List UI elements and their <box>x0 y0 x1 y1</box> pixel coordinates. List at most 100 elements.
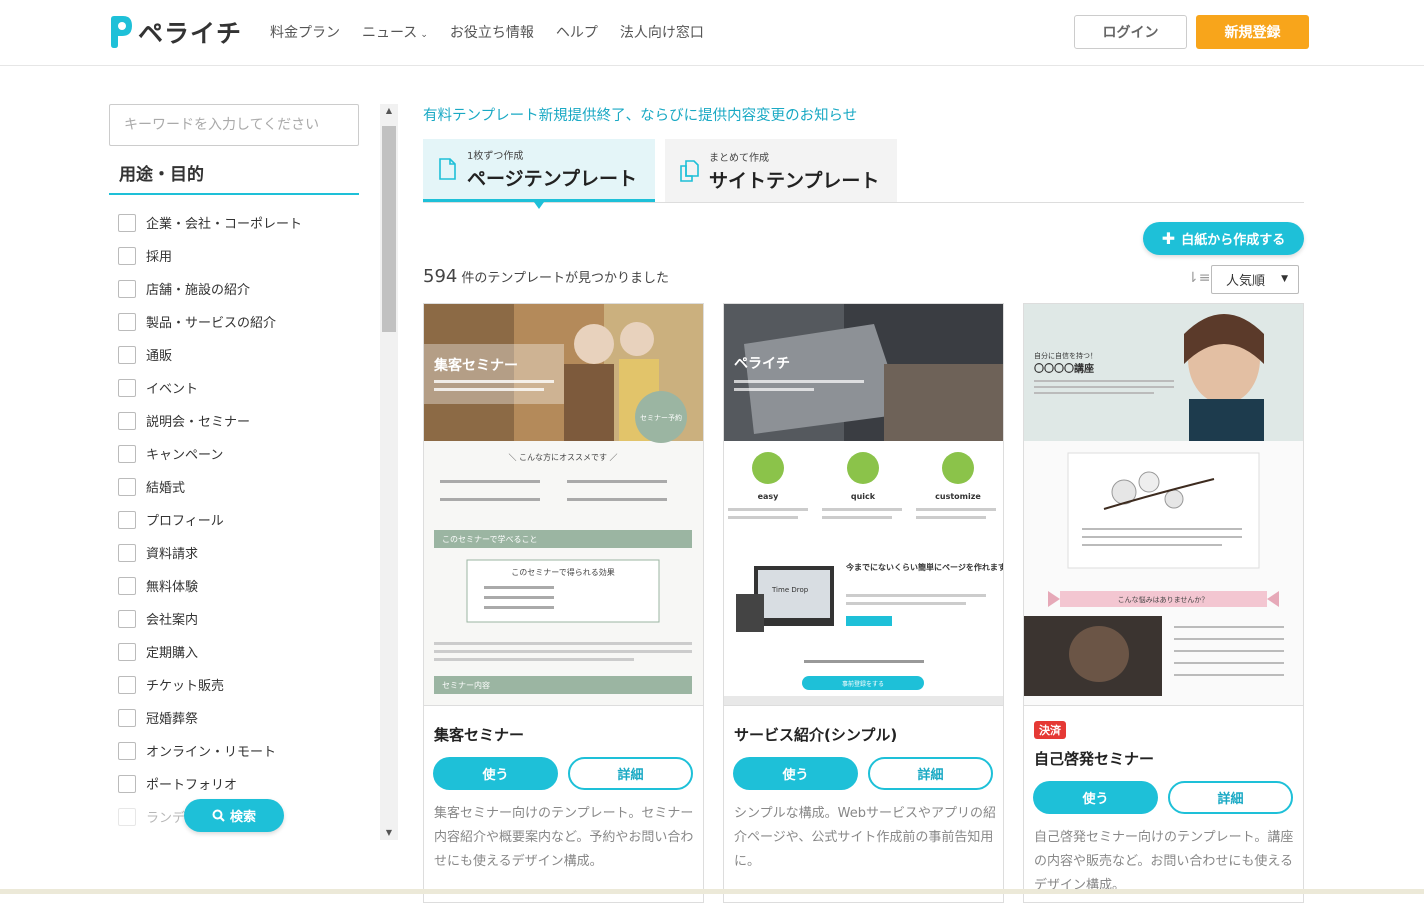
logo[interactable]: ペライチ <box>108 14 242 50</box>
category-checkbox[interactable] <box>118 378 136 397</box>
logo-text: ペライチ <box>138 19 243 48</box>
category-item[interactable]: 採用 <box>118 239 368 272</box>
svg-text:＼ こんな方にオススメです ／: ＼ こんな方にオススメです ／ <box>508 452 617 462</box>
sort-select[interactable]: 人気順 ▼ <box>1211 265 1299 294</box>
notice-link[interactable]: 有料テンプレート新規提供終了、ならびに提供内容変更のお知らせ <box>423 104 857 125</box>
signup-button[interactable]: 新規登録 <box>1196 15 1309 49</box>
site-header: ペライチ 料金プラン ニュース ⌄ お役立ち情報 ヘルプ 法人向け窓口 ログイン … <box>0 0 1424 66</box>
card-description: シンプルな構成。Webサービスやアプリの紹介ページや、公式サイト作成前の事前告知… <box>734 806 996 869</box>
use-button[interactable]: 使う <box>1033 781 1158 814</box>
result-count: 594 件のテンプレートが見つかりました <box>423 266 669 287</box>
category-checkbox[interactable] <box>118 345 136 364</box>
category-item[interactable]: 結婚式 <box>118 470 368 503</box>
category-checkbox[interactable] <box>118 477 136 496</box>
scroll-up-arrow-icon[interactable]: ▲ <box>380 104 398 118</box>
use-button[interactable]: 使う <box>433 757 558 790</box>
template-thumbnail[interactable]: ペライチ easy quick customize Time Drop 今までに… <box>724 304 1003 706</box>
card-description: 集客セミナー向けのテンプレート。セミナー内容紹介や概要案内など。予約やお問い合わ… <box>434 806 694 869</box>
chevron-down-icon: ⌄ <box>420 30 428 40</box>
tab-site-template[interactable]: まとめて作成 サイトテンプレート <box>665 139 897 202</box>
category-label: 製品・サービスの紹介 <box>146 316 277 331</box>
category-checkbox[interactable] <box>118 774 136 793</box>
category-item[interactable]: キャンペーン <box>118 437 368 470</box>
category-item[interactable]: 無料体験 <box>118 569 368 602</box>
nav-business[interactable]: 法人向け窓口 <box>620 22 704 42</box>
card-title: 集客セミナー <box>434 726 525 744</box>
login-button[interactable]: ログイン <box>1074 15 1187 49</box>
category-item[interactable]: 会社案内 <box>118 602 368 635</box>
scroll-down-arrow-icon[interactable]: ▼ <box>380 826 398 840</box>
category-item[interactable]: 冠婚葬祭 <box>118 701 368 734</box>
category-checkbox[interactable] <box>118 312 136 331</box>
sidebar-scrollbar[interactable]: ▲ ▼ <box>380 104 398 840</box>
tab-page-template[interactable]: 1枚ずつ作成 ページテンプレート <box>423 139 655 209</box>
category-label: 定期購入 <box>146 646 199 661</box>
category-checkbox[interactable] <box>118 609 136 628</box>
category-item[interactable]: 説明会・セミナー <box>118 404 368 437</box>
card-description: 自己啓発セミナー向けのテンプレート。講座の内容や販売など。お問い合わせにも使える… <box>1034 830 1294 893</box>
category-item[interactable]: イベント <box>118 371 368 404</box>
category-checkbox[interactable] <box>118 279 136 298</box>
category-item[interactable]: 通販 <box>118 338 368 371</box>
svg-text:quick: quick <box>851 492 876 501</box>
plus-icon: ✚ <box>1161 229 1176 248</box>
svg-text:〇〇〇〇講座: 〇〇〇〇講座 <box>1034 362 1094 375</box>
template-thumbnail[interactable]: 集客セミナー セミナー予約 ＼ こんな方にオススメです ／ このセミナーで学べる… <box>424 304 703 706</box>
svg-text:easy: easy <box>758 492 780 501</box>
category-item[interactable]: 製品・サービスの紹介 <box>118 305 368 338</box>
category-checkbox[interactable] <box>118 576 136 595</box>
category-label: ポートフォリオ <box>146 778 238 793</box>
detail-button[interactable]: 詳細 <box>1168 781 1293 814</box>
category-item[interactable]: 店舗・施設の紹介 <box>118 272 368 305</box>
category-item[interactable]: ポートフォリオ <box>118 767 368 800</box>
svg-text:セミナー予約: セミナー予約 <box>640 413 682 422</box>
main-nav: 料金プラン ニュース ⌄ お役立ち情報 ヘルプ 法人向け窓口 <box>270 22 726 42</box>
active-tab-caret-icon <box>534 202 544 209</box>
template-card: 自分に自信を持つ！ 〇〇〇〇講座 こんな悩みはありませんか？ 決済 自己啓発セミ… <box>1023 303 1304 903</box>
nav-news[interactable]: ニュース ⌄ <box>362 22 428 42</box>
svg-text:今までにないくらい簡単にページを作れます: 今までにないくらい簡単にページを作れます <box>845 562 1003 572</box>
category-checkbox[interactable] <box>118 444 136 463</box>
window-bottom-edge <box>0 889 1424 894</box>
category-item[interactable]: チケット販売 <box>118 668 368 701</box>
use-button[interactable]: 使う <box>733 757 858 790</box>
category-checkbox[interactable] <box>118 246 136 265</box>
pages-icon <box>680 159 699 182</box>
keyword-search-input[interactable] <box>109 104 359 146</box>
category-checkbox[interactable] <box>118 741 136 760</box>
category-label: チケット販売 <box>146 679 225 694</box>
template-thumbnail[interactable]: 自分に自信を持つ！ 〇〇〇〇講座 こんな悩みはありませんか？ <box>1024 304 1303 706</box>
category-checkbox[interactable] <box>118 213 136 232</box>
tab-page-sub: 1枚ずつ作成 <box>467 151 524 162</box>
category-item[interactable]: 資料請求 <box>118 536 368 569</box>
category-label: 通販 <box>146 349 173 364</box>
scroll-thumb[interactable] <box>382 126 396 332</box>
svg-text:このセミナーで得られる効果: このセミナーで得られる効果 <box>511 567 615 577</box>
detail-button[interactable]: 詳細 <box>868 757 993 790</box>
category-item[interactable]: 企業・会社・コーポレート <box>118 206 368 239</box>
category-checkbox[interactable] <box>118 807 136 826</box>
create-blank-button[interactable]: ✚ 白紙から作成する <box>1143 222 1304 255</box>
category-checkbox[interactable] <box>118 510 136 529</box>
search-button[interactable]: 検索 <box>184 799 284 832</box>
category-checkbox[interactable] <box>118 411 136 430</box>
detail-button[interactable]: 詳細 <box>568 757 693 790</box>
search-icon <box>212 809 225 822</box>
category-label: 企業・会社・コーポレート <box>146 217 303 232</box>
category-label: 結婚式 <box>146 481 186 496</box>
category-checkbox[interactable] <box>118 543 136 562</box>
category-label: 冠婚葬祭 <box>146 712 199 727</box>
nav-help[interactable]: ヘルプ <box>556 22 598 42</box>
category-list: 企業・会社・コーポレート採用 店舗・施設の紹介製品・サービスの紹介 通販イベント説明… <box>118 206 368 846</box>
category-label: イベント <box>146 382 199 397</box>
category-label: 資料請求 <box>146 547 199 562</box>
category-item[interactable]: プロフィール <box>118 503 368 536</box>
category-checkbox[interactable] <box>118 642 136 661</box>
nav-useful-info[interactable]: お役立ち情報 <box>450 22 534 42</box>
category-item[interactable]: オンライン・リモート <box>118 734 368 767</box>
category-item[interactable]: 定期購入 <box>118 635 368 668</box>
category-checkbox[interactable] <box>118 708 136 727</box>
nav-pricing[interactable]: 料金プラン <box>270 22 340 42</box>
category-label: 無料体験 <box>146 580 199 595</box>
category-checkbox[interactable] <box>118 675 136 694</box>
